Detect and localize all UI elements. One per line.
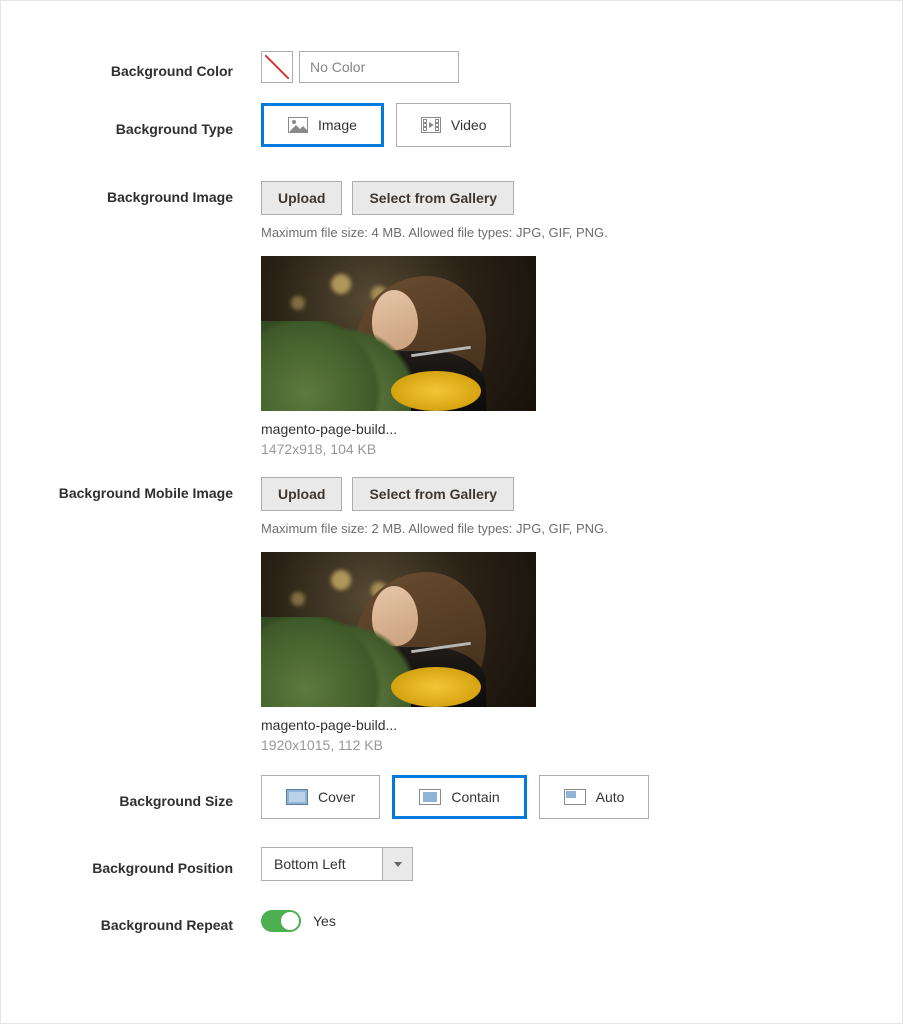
bg-repeat-toggle[interactable] xyxy=(261,910,301,932)
bg-size-option-cover[interactable]: Cover xyxy=(261,775,380,819)
image-icon xyxy=(288,117,308,133)
bg-size-option-auto[interactable]: Auto xyxy=(539,775,650,819)
bg-type-option-image[interactable]: Image xyxy=(261,103,384,147)
label-bg-type: Background Type xyxy=(41,113,261,137)
bg-type-image-label: Image xyxy=(318,117,357,133)
bg-image-thumb xyxy=(261,256,536,411)
bg-mobile-image-thumb xyxy=(261,552,536,707)
bg-position-dropdown-button[interactable] xyxy=(382,848,412,880)
bg-type-video-label: Video xyxy=(451,117,487,133)
auto-icon xyxy=(564,789,586,805)
row-bg-color: Background Color xyxy=(41,51,862,83)
bg-size-auto-label: Auto xyxy=(596,789,625,805)
bg-size-contain-label: Contain xyxy=(451,789,499,805)
settings-panel: Background Color Background Type Image xyxy=(0,0,903,1024)
row-bg-image: Background Image Upload Select from Gall… xyxy=(41,181,862,457)
bg-mobile-image-preview[interactable]: magento-page-build... 1920x1015, 112 KB xyxy=(261,552,536,753)
bg-image-filemeta: 1472x918, 104 KB xyxy=(261,441,536,457)
bg-mobile-image-filemeta: 1920x1015, 112 KB xyxy=(261,737,536,753)
label-bg-repeat: Background Repeat xyxy=(41,909,261,933)
bg-repeat-value-label: Yes xyxy=(313,913,336,929)
label-bg-color: Background Color xyxy=(41,55,261,79)
bg-color-input[interactable] xyxy=(299,51,459,83)
label-bg-image: Background Image xyxy=(41,181,261,205)
select-gallery-button-mobile[interactable]: Select from Gallery xyxy=(352,477,514,511)
row-bg-mobile-image: Background Mobile Image Upload Select fr… xyxy=(41,477,862,753)
label-bg-position: Background Position xyxy=(41,852,261,876)
bg-image-filename: magento-page-build... xyxy=(261,421,536,437)
bg-mobile-image-help: Maximum file size: 2 MB. Allowed file ty… xyxy=(261,521,608,536)
video-icon xyxy=(421,117,441,133)
select-gallery-button[interactable]: Select from Gallery xyxy=(352,181,514,215)
bg-position-select[interactable]: Bottom Left xyxy=(261,847,413,881)
upload-button-mobile[interactable]: Upload xyxy=(261,477,342,511)
bg-size-cover-label: Cover xyxy=(318,789,355,805)
label-bg-mobile-image: Background Mobile Image xyxy=(41,477,261,501)
contain-icon xyxy=(419,789,441,805)
bg-image-help: Maximum file size: 4 MB. Allowed file ty… xyxy=(261,225,608,240)
bg-size-option-contain[interactable]: Contain xyxy=(392,775,526,819)
bg-position-value: Bottom Left xyxy=(262,848,382,880)
bg-image-preview[interactable]: magento-page-build... 1472x918, 104 KB xyxy=(261,256,536,457)
no-color-swatch[interactable] xyxy=(261,51,293,83)
chevron-down-icon xyxy=(394,862,402,867)
label-bg-size: Background Size xyxy=(41,785,261,809)
row-bg-type: Background Type Image Video xyxy=(41,103,862,147)
upload-button[interactable]: Upload xyxy=(261,181,342,215)
bg-mobile-image-filename: magento-page-build... xyxy=(261,717,536,733)
row-bg-size: Background Size Cover Contain xyxy=(41,775,862,819)
cover-icon xyxy=(286,789,308,805)
row-bg-position: Background Position Bottom Left xyxy=(41,847,862,881)
row-bg-repeat: Background Repeat Yes xyxy=(41,909,862,933)
bg-type-option-video[interactable]: Video xyxy=(396,103,512,147)
